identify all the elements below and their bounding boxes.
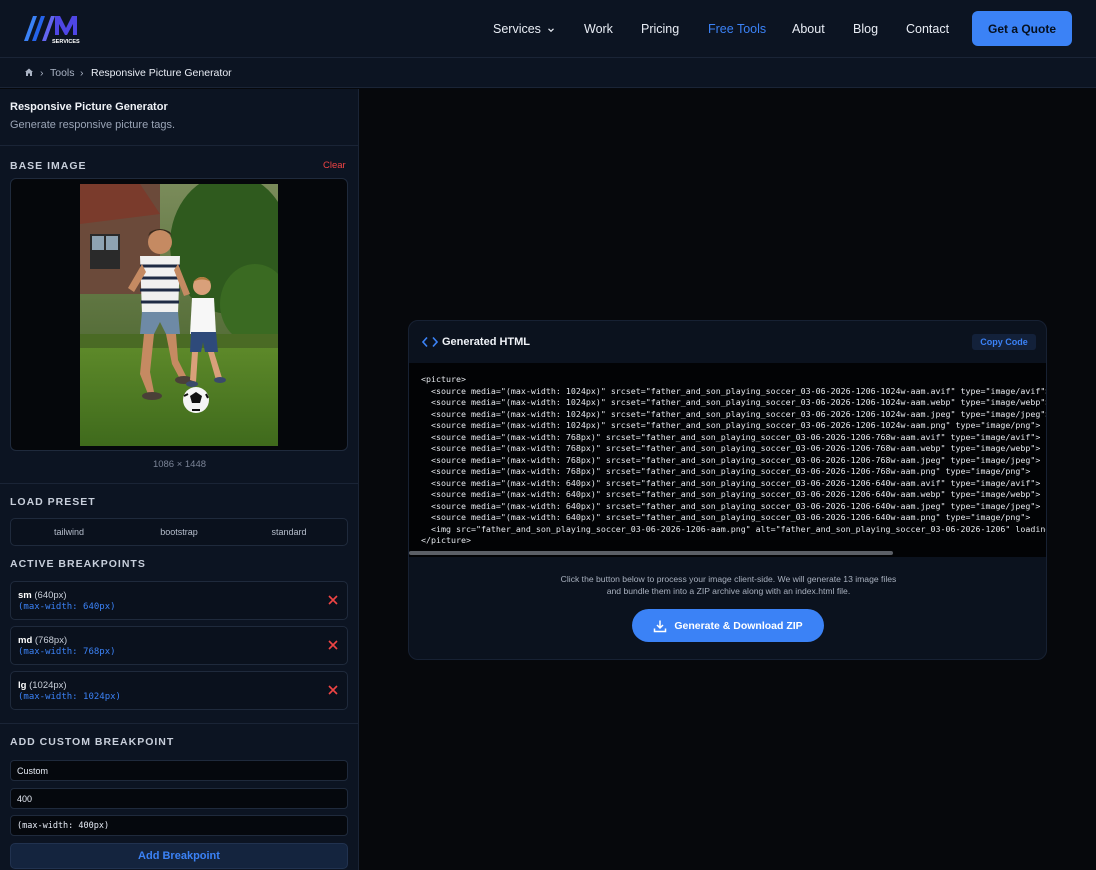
breakpoint-size: (1024px)	[29, 680, 67, 691]
settings-sidebar: Responsive Picture Generator Generate re…	[0, 89, 359, 870]
chevron-right-icon: ›	[80, 67, 84, 79]
info-text-line-1: Click the button below to process your i…	[560, 574, 897, 584]
breakpoint-query: (max-width: 1024px)	[18, 692, 121, 702]
divider	[0, 483, 359, 484]
code-line: <img src="father_and_son_playing_soccer_…	[421, 523, 1047, 534]
nav-work[interactable]: Work	[584, 22, 613, 36]
preset-standard[interactable]: standard	[233, 527, 345, 537]
divider	[0, 723, 359, 724]
code-line: <source media="(max-width: 640px)" srcse…	[421, 500, 1041, 511]
nav-free-tools[interactable]: Free Tools	[708, 22, 766, 36]
tool-subtitle: Generate responsive picture tags.	[10, 119, 176, 131]
base-image-label: BASE IMAGE	[10, 160, 87, 172]
code-line: <source media="(max-width: 640px)" srcse…	[421, 477, 1041, 488]
nav-services[interactable]: Services	[493, 22, 555, 36]
clear-image-button[interactable]: Clear	[323, 160, 346, 171]
breakpoint-card-sm: sm (640px) (max-width: 640px)	[10, 581, 348, 620]
breakpoint-key: sm	[18, 590, 32, 601]
breadcrumb: › Tools › Responsive Picture Generator	[0, 58, 1096, 88]
breakpoint-size: (768px)	[34, 635, 68, 646]
nav-services-label: Services	[493, 22, 541, 36]
download-icon	[654, 620, 667, 632]
generate-button-label: Generate & Download ZIP	[674, 619, 803, 632]
copy-code-button[interactable]: Copy Code	[972, 334, 1036, 350]
add-breakpoint-button[interactable]: Add Breakpoint	[10, 843, 348, 869]
code-line: <source media="(max-width: 768px)" srcse…	[421, 466, 1031, 476]
chevron-down-icon	[548, 28, 555, 32]
add-custom-breakpoint-label: ADD CUSTOM BREAKPOINT	[10, 736, 175, 748]
active-breakpoints-label: ACTIVE BREAKPOINTS	[10, 558, 146, 570]
code-line: <source media="(max-width: 640px)" srcse…	[421, 489, 1041, 499]
info-text-line-2: and bundle them into a ZIP archive along…	[606, 586, 851, 596]
breakpoint-card-md: md (768px) (max-width: 768px)	[10, 626, 348, 665]
code-line: <source media="(max-width: 640px)" srcse…	[421, 512, 1031, 522]
svg-text:SERVICES: SERVICES	[52, 39, 80, 45]
tool-title: Responsive Picture Generator	[10, 101, 168, 113]
breakpoint-size: (640px)	[34, 590, 67, 601]
horizontal-scrollbar[interactable]	[409, 551, 893, 555]
card-header: Generated HTML Copy Code	[409, 321, 1046, 363]
generate-download-zip-button[interactable]: Generate & Download ZIP	[632, 609, 824, 642]
preset-selector: tailwind bootstrap standard	[10, 518, 348, 546]
code-line: <source media="(max-width: 1024px)" srcs…	[421, 385, 1047, 396]
breakpoint-name: sm (640px)	[18, 590, 67, 601]
get-a-quote-button[interactable]: Get a Quote	[972, 11, 1072, 46]
code-line: <source media="(max-width: 768px)" srcse…	[421, 454, 1041, 465]
breakpoint-width-input[interactable]	[10, 788, 348, 809]
breakpoint-key: lg	[18, 680, 27, 691]
code-line: <source media="(max-width: 1024px)" srcs…	[421, 420, 1041, 430]
sidebar-header: Responsive Picture Generator Generate re…	[0, 89, 359, 146]
remove-breakpoint-icon[interactable]	[326, 683, 340, 697]
breakpoint-card-lg: lg (1024px) (max-width: 1024px)	[10, 671, 348, 710]
breakpoint-media-query-input[interactable]	[10, 815, 348, 836]
code-line: <source media="(max-width: 768px)" srcse…	[421, 443, 1041, 453]
preset-tailwind[interactable]: tailwind	[13, 527, 125, 537]
remove-breakpoint-icon[interactable]	[326, 593, 340, 607]
aam-services-logo[interactable]: SERVICES	[22, 13, 88, 45]
top-navigation-bar: SERVICES Services Work Pricing Free Tool…	[0, 0, 1096, 58]
nav-pricing[interactable]: Pricing	[641, 22, 679, 36]
remove-breakpoint-icon[interactable]	[326, 638, 340, 652]
code-line: <source media="(max-width: 768px)" srcse…	[421, 431, 1041, 442]
breakpoint-name-input[interactable]	[10, 760, 348, 781]
breakpoint-query: (max-width: 768px)	[18, 647, 116, 657]
image-dimensions: 1086 × 1448	[152, 459, 207, 470]
home-icon[interactable]	[24, 67, 34, 77]
breadcrumb-tools[interactable]: Tools	[50, 67, 75, 79]
code-output[interactable]: <picture> <source media="(max-width: 102…	[409, 363, 1047, 557]
code-line: <source media="(max-width: 1024px)" srcs…	[421, 408, 1047, 419]
code-icon	[422, 336, 438, 348]
father-son-soccer-photo	[80, 184, 278, 446]
breakpoint-query: (max-width: 640px)	[18, 602, 116, 612]
generated-html-card: Generated HTML Copy Code <picture> <sour…	[408, 320, 1047, 660]
chevron-right-icon: ›	[40, 67, 44, 79]
nav-blog[interactable]: Blog	[853, 22, 878, 36]
breakpoint-name: md (768px)	[18, 635, 67, 646]
code-line: <source media="(max-width: 1024px)" srcs…	[421, 397, 1047, 407]
breadcrumb-current: Responsive Picture Generator	[91, 67, 232, 79]
code-line: </picture>	[421, 535, 471, 545]
preset-bootstrap[interactable]: bootstrap	[123, 527, 235, 537]
code-line: <picture>	[421, 374, 466, 384]
base-image-preview[interactable]	[10, 178, 348, 451]
load-preset-label: LOAD PRESET	[10, 496, 96, 508]
nav-contact[interactable]: Contact	[906, 22, 949, 36]
nav-about[interactable]: About	[792, 22, 825, 36]
breakpoint-key: md	[18, 635, 33, 646]
card-title: Generated HTML	[442, 336, 531, 348]
breakpoint-name: lg (1024px)	[18, 680, 67, 691]
